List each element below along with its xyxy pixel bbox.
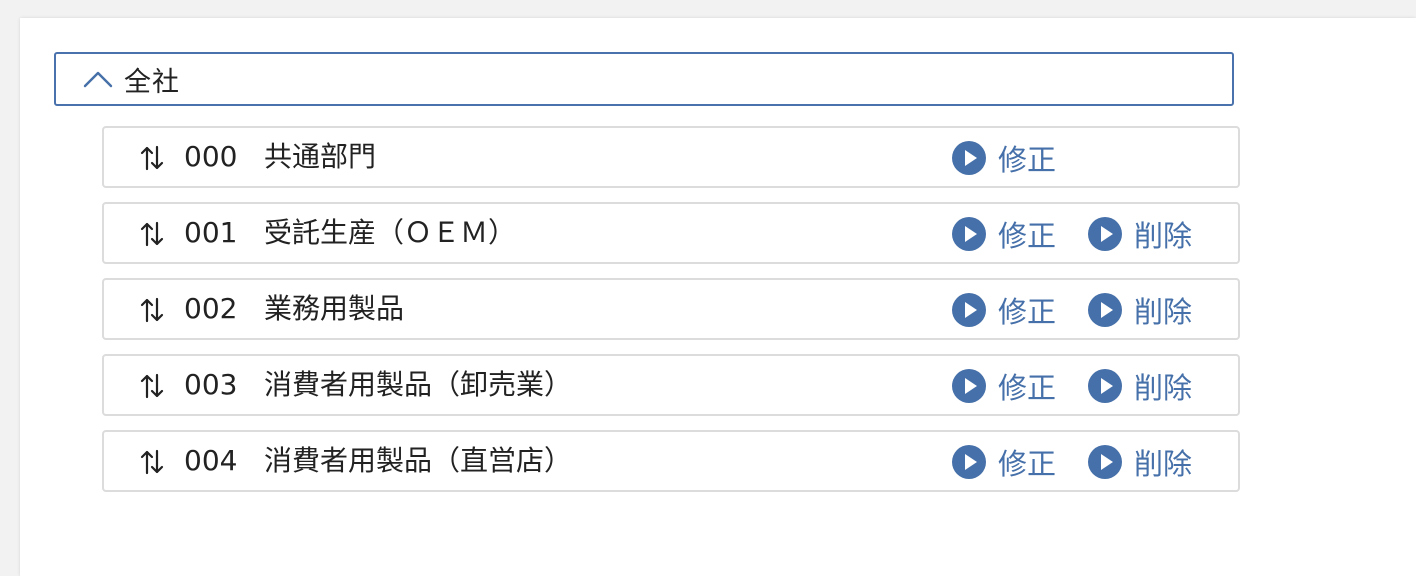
- play-circle-icon: [952, 445, 986, 479]
- delete-button[interactable]: 削除: [1088, 443, 1192, 481]
- list-item: 004 消費者用製品（直営店） 修正 削除: [102, 430, 1240, 492]
- sort-handle-icon[interactable]: [140, 297, 164, 323]
- delete-label: 削除: [1134, 447, 1193, 481]
- edit-button[interactable]: 修正: [952, 139, 1056, 177]
- play-circle-icon: [1088, 445, 1122, 479]
- department-name: 消費者用製品（直営店）: [264, 444, 573, 477]
- edit-label: 修正: [998, 447, 1057, 481]
- group-header-toggle[interactable]: 全社: [54, 52, 1234, 106]
- department-name: 共通部門: [264, 140, 377, 173]
- sort-handle-icon[interactable]: [140, 221, 164, 247]
- department-code: 001: [184, 216, 238, 249]
- play-circle-icon: [1088, 369, 1122, 403]
- group-title: 全社: [124, 66, 180, 98]
- edit-button[interactable]: 修正: [952, 291, 1056, 329]
- play-circle-icon: [1088, 217, 1122, 251]
- content-panel: 全社 000 共通部門 修正 001 受託生産（ＯＥＭ） 修正 削除 002 業…: [20, 18, 1416, 576]
- department-list: 000 共通部門 修正 001 受託生産（ＯＥＭ） 修正 削除 002 業務用製…: [102, 126, 1240, 506]
- sort-handle-icon[interactable]: [140, 145, 164, 171]
- edit-label: 修正: [998, 219, 1057, 253]
- department-code: 004: [184, 444, 238, 477]
- delete-label: 削除: [1134, 295, 1193, 329]
- department-name: 業務用製品: [264, 292, 405, 325]
- list-item: 000 共通部門 修正: [102, 126, 1240, 188]
- delete-label: 削除: [1134, 371, 1193, 405]
- edit-button[interactable]: 修正: [952, 443, 1056, 481]
- edit-label: 修正: [998, 295, 1057, 329]
- edit-button[interactable]: 修正: [952, 367, 1056, 405]
- edit-button[interactable]: 修正: [952, 215, 1056, 253]
- list-item: 003 消費者用製品（卸売業） 修正 削除: [102, 354, 1240, 416]
- department-name: 受託生産（ＯＥＭ）: [264, 216, 517, 249]
- list-item: 002 業務用製品 修正 削除: [102, 278, 1240, 340]
- play-circle-icon: [952, 369, 986, 403]
- sort-handle-icon[interactable]: [140, 449, 164, 475]
- play-circle-icon: [952, 141, 986, 175]
- delete-button[interactable]: 削除: [1088, 291, 1192, 329]
- chevron-up-icon: [78, 59, 118, 99]
- play-circle-icon: [952, 293, 986, 327]
- delete-button[interactable]: 削除: [1088, 215, 1192, 253]
- sort-handle-icon[interactable]: [140, 373, 164, 399]
- delete-button[interactable]: 削除: [1088, 367, 1192, 405]
- play-circle-icon: [952, 217, 986, 251]
- department-code: 003: [184, 368, 238, 401]
- edit-label: 修正: [998, 143, 1057, 177]
- delete-label: 削除: [1134, 219, 1193, 253]
- edit-label: 修正: [998, 371, 1057, 405]
- department-code: 002: [184, 292, 238, 325]
- department-code: 000: [184, 140, 238, 173]
- list-item: 001 受託生産（ＯＥＭ） 修正 削除: [102, 202, 1240, 264]
- department-name: 消費者用製品（卸売業）: [264, 368, 573, 401]
- play-circle-icon: [1088, 293, 1122, 327]
